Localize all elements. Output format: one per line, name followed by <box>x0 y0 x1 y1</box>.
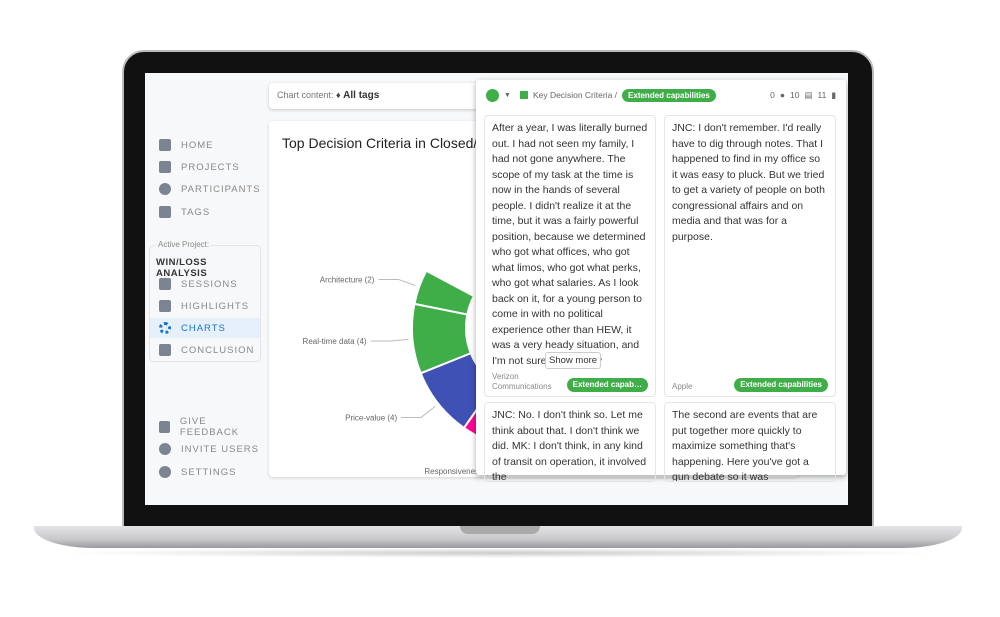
quote-text: The second are events that are put toget… <box>672 409 818 482</box>
nav-label: SETTINGS <box>181 466 237 478</box>
nav-label: TAGS <box>181 206 211 218</box>
home-icon <box>159 139 171 151</box>
participant-icon: ● <box>779 90 785 100</box>
projects-icon <box>159 161 171 173</box>
nav-projects[interactable]: PROJECTS <box>157 157 261 177</box>
quote-tag: Extended capabilities <box>734 378 828 392</box>
quote-source: Verizon Communications <box>492 372 552 391</box>
tag-icon: ♦ <box>336 90 341 100</box>
nav-label: INVITE USERS <box>181 443 259 455</box>
nav-sessions[interactable]: SESSIONS <box>157 274 261 294</box>
nav-give-feedback[interactable]: GIVE FEEDBACK <box>157 416 261 438</box>
nav-label: PARTICIPANTS <box>181 183 261 195</box>
label-leader-line <box>378 278 416 286</box>
chart-content-label: Chart content: <box>277 90 334 100</box>
show-more-button[interactable]: Show more <box>545 352 602 369</box>
gear-icon <box>159 466 171 478</box>
participants-count: 0 <box>770 90 775 100</box>
nav-highlights[interactable]: HIGHLIGHTS <box>157 296 261 316</box>
charts-icon <box>159 322 171 334</box>
slice-label: Architecture (2) <box>320 275 375 284</box>
quote-text: JNC: No. I don't think so. Let me think … <box>492 409 647 482</box>
nav-label: HIGHLIGHTS <box>181 300 250 312</box>
quote-card[interactable]: After a year, I was literally burned out… <box>484 115 656 397</box>
nav-tags[interactable]: TAGS <box>157 202 261 222</box>
invite-user-icon <box>159 443 171 455</box>
chart-content-value: All tags <box>343 90 380 101</box>
nav-conclusion[interactable]: CONCLUSION <box>157 340 261 360</box>
popup-header: ▼ Key Decision Criteria / Extended capab… <box>476 80 846 110</box>
laptop-notch <box>460 526 540 534</box>
nav-participants[interactable]: PARTICIPANTS <box>157 179 261 199</box>
laptop-shadow <box>60 548 940 558</box>
quote-card[interactable]: JNC: No. I don't think so. Let me think … <box>484 402 656 482</box>
nav-invite-users[interactable]: INVITE USERS <box>157 439 261 459</box>
sessions-icon: ▤ <box>804 89 813 100</box>
tag-group-icon <box>519 91 528 99</box>
nav-label: GIVE FEEDBACK <box>179 416 240 438</box>
label-leader-line <box>401 405 436 418</box>
tag-badge: Extended capabilities <box>622 88 716 102</box>
quote-tag: Extended capab… <box>566 378 648 392</box>
highlights-popup: ▼ Key Decision Criteria / Extended capab… <box>476 80 846 482</box>
nav-charts[interactable]: CHARTS <box>150 318 260 338</box>
quote-text: After a year, I was literally burned out… <box>492 122 648 367</box>
slice-label: Price-value (4) <box>345 413 397 422</box>
quote-source: Apple <box>672 382 693 391</box>
conclusion-icon <box>159 344 171 356</box>
sessions-icon <box>159 278 171 290</box>
quote-card[interactable]: The second are events that are put toget… <box>664 402 836 482</box>
quote-card[interactable]: JNC: I don't remember. I'd really have t… <box>664 115 836 397</box>
nav-label: CONCLUSION <box>181 344 255 356</box>
nav-label: PROJECTS <box>181 161 240 173</box>
highlights-count: 11 <box>817 90 827 100</box>
slice-label: Real-time data (4) <box>303 337 367 346</box>
participants-icon <box>159 183 171 195</box>
quote-text: JNC: I don't remember. I'd really have t… <box>672 122 825 243</box>
color-picker[interactable] <box>486 88 499 102</box>
chevron-down-icon[interactable]: ▼ <box>504 92 511 99</box>
highlights-icon <box>159 300 171 312</box>
nav-settings[interactable]: SETTINGS <box>157 462 261 482</box>
nav-label: HOME <box>181 139 214 151</box>
nav-home[interactable]: HOME <box>157 135 261 155</box>
app-screen: Chart content: ♦ All tags HOME PROJECTS … <box>145 73 848 505</box>
sessions-count: 10 <box>789 90 800 100</box>
active-project-label: Active Project: <box>156 240 212 249</box>
label-leader-line <box>370 338 409 342</box>
nav-label: SESSIONS <box>181 278 238 290</box>
breadcrumb[interactable]: Key Decision Criteria / <box>533 90 617 100</box>
nav-label: CHARTS <box>181 322 226 334</box>
tags-icon <box>159 206 171 218</box>
document-icon: ▮ <box>831 89 836 100</box>
feedback-icon <box>159 421 170 433</box>
